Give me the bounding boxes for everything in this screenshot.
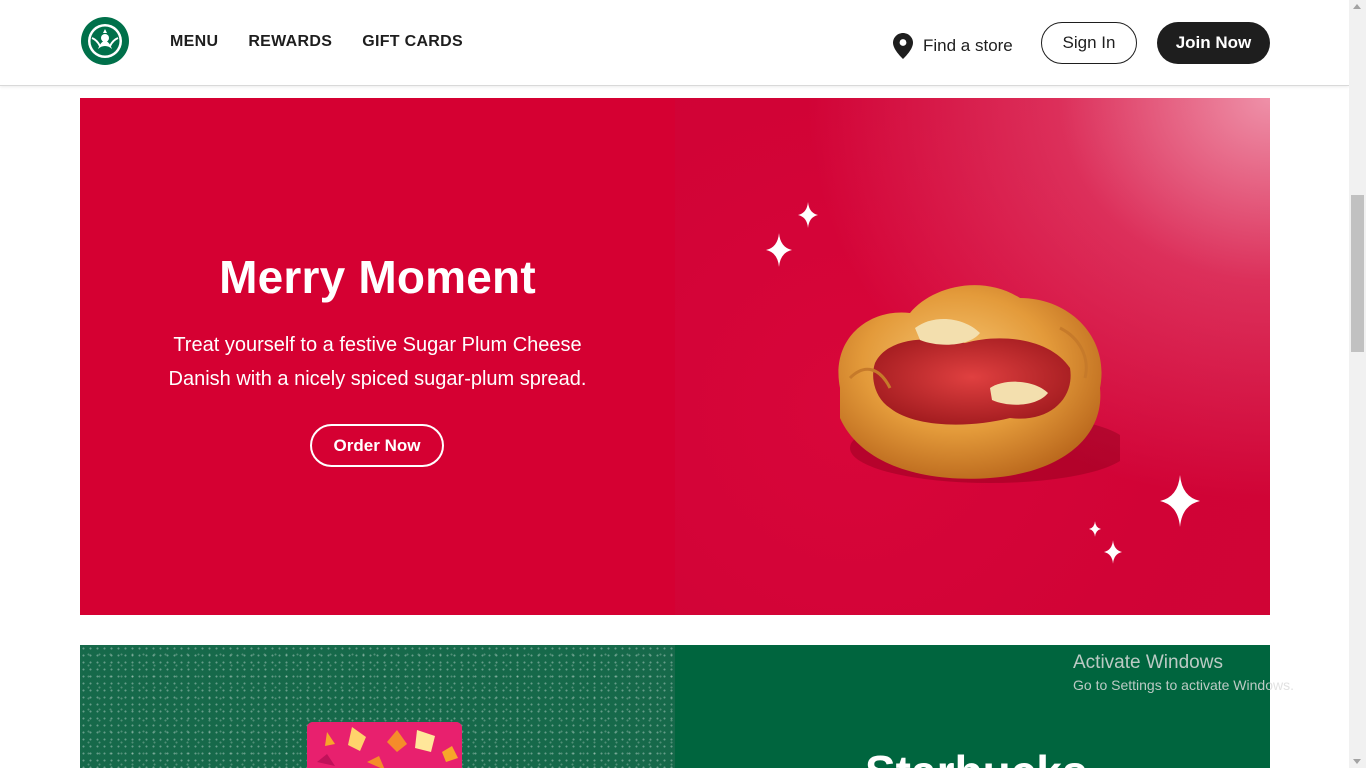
watermark-title: Activate Windows bbox=[1073, 652, 1223, 673]
starbucks-logo[interactable] bbox=[80, 16, 130, 66]
nav-rewards-link[interactable]: REWARDS bbox=[248, 33, 332, 51]
scrollbar-thumb[interactable] bbox=[1351, 195, 1364, 352]
sparkle-icon bbox=[798, 202, 818, 228]
nav-gift-cards-link[interactable]: GIFT CARDS bbox=[362, 33, 463, 51]
location-pin-icon bbox=[893, 33, 913, 59]
watermark-subtitle: Go to Settings to activate Windows. bbox=[1073, 677, 1294, 693]
find-store-link[interactable]: Find a store bbox=[893, 33, 1013, 59]
promo-title: Starbucks bbox=[865, 745, 1087, 768]
find-store-label: Find a store bbox=[923, 36, 1013, 55]
sparkle-icon bbox=[1089, 521, 1101, 537]
nav-menu-link[interactable]: MENU bbox=[170, 33, 218, 51]
primary-nav: MENU REWARDS GIFT CARDS bbox=[170, 33, 463, 51]
join-now-button[interactable]: Join Now bbox=[1157, 22, 1270, 64]
hero-banner: Merry Moment Treat yourself to a festive… bbox=[80, 98, 1270, 615]
gift-card-image bbox=[307, 722, 462, 768]
vertical-scrollbar[interactable] bbox=[1349, 0, 1366, 768]
danish-pastry-image bbox=[838, 285, 1120, 483]
windows-activation-watermark: Activate Windows Go to Settings to activ… bbox=[1073, 651, 1294, 695]
sparkle-icon bbox=[1104, 540, 1122, 564]
sign-in-button[interactable]: Sign In bbox=[1041, 22, 1137, 64]
hero-title: Merry Moment bbox=[219, 251, 536, 303]
scroll-down-arrow-icon[interactable] bbox=[1353, 759, 1361, 764]
scroll-up-arrow-icon[interactable] bbox=[1353, 4, 1361, 9]
site-header: MENU REWARDS GIFT CARDS Find a store Sig… bbox=[0, 0, 1349, 86]
sparkle-icon bbox=[1160, 475, 1200, 527]
sparkle-icon bbox=[766, 233, 792, 267]
order-now-button[interactable]: Order Now bbox=[310, 424, 444, 467]
promo-image-panel bbox=[80, 645, 675, 768]
hero-description: Treat yourself to a festive Sugar Plum C… bbox=[168, 334, 587, 390]
